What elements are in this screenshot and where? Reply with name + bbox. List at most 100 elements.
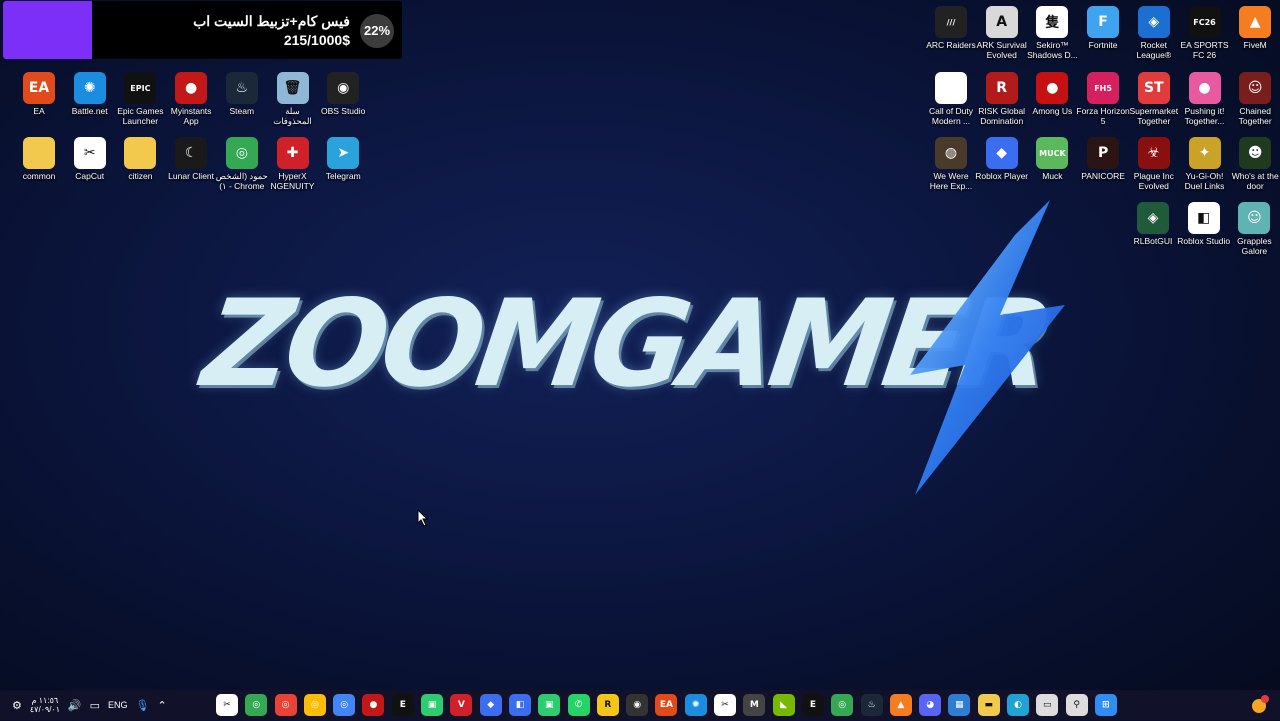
desktop-icon-label: Call of Duty Modern ... [929,106,973,126]
desktop-icon[interactable]: FC26 EA SPORTS FC 26 [1178,4,1232,60]
taskbar-apps: ✂ ◎ ◎ ◎ ◎ ● E ▣ V ◆ ◧ ▣ ✆ R ◉ EA ✺ ✂ M ◣ E ◎ ♨ ▲ ◕ ▦ ▬ ◐ ▭ ⚲ ⊞ [216,690,1117,720]
desktop-icon[interactable]: EPIC Epic Games Launcher [113,70,167,126]
taskbar: ⚙ ١١:٥٦ م ٤٧/٠٩/٠١ 🔊 ▭ ENG 🎙 ⌃ ✂ ◎ ◎ ◎ ◎ ● E ▣ V… [0,690,1280,720]
roblox-studio-icon: ◧ [1187,202,1220,234]
myinstants-icon[interactable]: ● [362,694,385,716]
clock[interactable]: ١١:٥٦ م ٤٧/٠٩/٠١ [30,696,60,714]
desktop-icon[interactable]: P PANICORE [1076,135,1130,181]
task-view-icon[interactable]: ▭ [1036,694,1059,716]
desktop-icon[interactable]: ✺ Battle.net [63,70,117,116]
whatsapp-icon[interactable]: ✆ [567,694,590,716]
store-icon[interactable]: ▦ [948,694,971,716]
desktop-icon[interactable]: ☾ Lunar Client [164,135,218,181]
capcut-icon[interactable]: ✂ [216,694,238,716]
desktop-icon[interactable]: ◈ RLBotGUI [1126,200,1180,246]
desktop-icon[interactable]: ♨ Steam [215,70,269,116]
desktop-icon-label: RISK Global Domination [978,106,1026,126]
capcut-icon[interactable]: ✂ [714,694,737,716]
desktop-icon-label: EA SPORTS FC 26 [1180,40,1229,60]
roblox-icon: ◆ [985,137,1018,169]
windows-start-icon[interactable]: ⊞ [1094,694,1117,716]
epic-games-icon[interactable]: E [801,694,824,716]
folder-icon [124,137,157,169]
desktop-icon[interactable]: R RISK Global Domination [975,70,1029,126]
nvidia-icon[interactable]: ◣ [772,694,795,716]
chrome-icon[interactable]: ◎ [303,694,326,716]
desktop-icon[interactable]: ☣ Plague Inc Evolved [1127,135,1181,191]
chrome-icon[interactable]: ◎ [831,694,854,716]
desktop-icon[interactable]: ☻ Who's at the door [1228,135,1280,191]
file-explorer-icon[interactable]: ▬ [977,694,1000,716]
discord-icon[interactable]: ◕ [919,694,942,716]
rockstar-icon[interactable]: R [596,694,619,716]
among-us-icon: ● [1036,72,1069,104]
folder-icon [23,137,55,169]
desktop-icon[interactable]: ● Myinstants App [164,70,218,126]
desktop-icon[interactable]: A ARK Survival Evolved [975,4,1029,60]
desktop-icon[interactable]: ◆ Roblox Player [975,135,1029,181]
desktop-icon[interactable]: ◎ حمود (الشخص ١) - Chrome [215,135,269,191]
desktop-icon-label: RLBotGUI [1133,236,1173,246]
edge-icon[interactable]: ◐ [1007,694,1030,716]
ea-icon[interactable]: EA [655,694,678,716]
chrome-icon[interactable]: ◎ [274,694,297,716]
language-indicator[interactable]: ENG [108,700,128,710]
desktop-icon[interactable]: citizen [113,135,167,181]
desktop-icon-label: Steam [229,106,255,116]
show-hidden-icons-chevron-icon[interactable]: ⌃ [157,699,166,712]
desktop-icon[interactable]: ☺ Grapples Galore [1227,200,1280,256]
settings-gear-icon[interactable]: ⚙ [12,699,22,712]
file-icon [935,72,967,104]
desktop-icon[interactable]: F Fortnite [1076,4,1130,50]
chrome-icon[interactable]: ◎ [333,694,356,716]
desktop-icon[interactable]: /// ARC Raiders [924,4,978,50]
desktop-icon[interactable]: ST Supermarket Together [1127,70,1181,126]
desktop-icon[interactable]: ◉ OBS Studio [316,70,370,116]
roblox-studio-icon[interactable]: ◧ [508,694,531,716]
desktop-icon-label: Yu-Gi-Oh! Duel Links [1184,171,1225,191]
desktop-icon-label: Among Us [1032,106,1073,116]
desktop-icon[interactable]: FH5 Forza Horizon 5 [1076,70,1130,126]
desktop-icon[interactable]: ✚ HyperX NGENUITY [266,135,320,191]
desktop-icon[interactable]: ☺ Chained Together [1228,70,1280,126]
desktop-icon[interactable]: EA EA [12,70,66,116]
microphone-icon[interactable]: 🎙 [136,699,150,712]
steam-icon[interactable]: ♨ [860,694,883,716]
desktop-icon[interactable]: MUCK Muck [1025,135,1079,181]
battlenet-icon[interactable]: ✺ [684,694,707,716]
chrome-icon[interactable]: ◎ [245,694,268,716]
desktop-icon[interactable]: ◧ Roblox Studio [1177,200,1231,246]
desktop-icon[interactable]: ● Pushing it! Together... [1178,70,1232,126]
lunar-client-icon: ☾ [175,137,208,169]
voicemod-icon[interactable]: V [450,694,473,716]
donation-percent: 22% [360,14,394,48]
desktop-icon[interactable]: common [12,135,66,181]
app-icon[interactable]: M [743,694,766,716]
fivem-icon[interactable]: ▲ [889,694,912,716]
desktop-icon[interactable]: 🗑 سلة المحذوفات [266,70,320,126]
obs-icon[interactable]: ◉ [626,694,649,716]
search-icon[interactable]: ⚲ [1065,694,1088,716]
epic-games-icon[interactable]: E [391,694,414,716]
desktop-icon[interactable]: ◈ Rocket League® [1127,4,1181,60]
system-tray: ⚙ ١١:٥٦ م ٤٧/٠٩/٠١ 🔊 ▭ ENG 🎙 ⌃ [12,690,167,720]
app-icon[interactable]: ▣ [421,694,444,716]
app-icon[interactable]: ▣ [538,694,561,716]
desktop-icon-label: PANICORE [1081,171,1125,181]
weather-widget-icon[interactable] [1248,694,1270,716]
desktop-icon[interactable]: ◍ We Were Here Exp... [924,135,978,191]
desktop-icon[interactable]: 隻 Sekiro™ Shadows D... [1025,4,1079,60]
desktop-icon[interactable]: ▲ FiveM [1228,4,1280,50]
roblox-icon[interactable]: ◆ [479,694,502,716]
ark-icon: A [985,6,1018,38]
desktop-icon[interactable]: ✦ Yu-Gi-Oh! Duel Links [1178,135,1232,191]
desktop-icon[interactable]: ● Among Us [1025,70,1079,116]
epic-games-icon: EPIC [124,72,157,104]
desktop-icon[interactable]: Call of Duty Modern ... [924,70,978,126]
desktop-icon[interactable]: ➤ Telegram [316,135,370,181]
desktop-icon-label: Epic Games Launcher [117,106,164,126]
volume-icon[interactable]: 🔊 [68,699,82,712]
network-icon[interactable]: ▭ [90,699,100,712]
desktop-icon[interactable]: ✂ CapCut [63,135,117,181]
panicore-icon: P [1087,137,1120,169]
